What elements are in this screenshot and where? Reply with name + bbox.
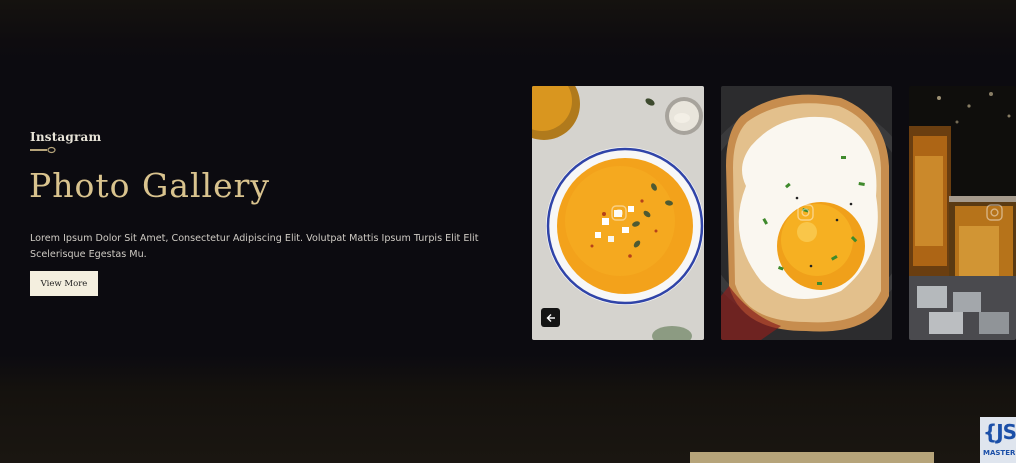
logo-subtext: MASTER xyxy=(983,449,1016,457)
logo-text: {JS xyxy=(983,420,1016,444)
js-master-watermark-logo: {JS MASTER xyxy=(980,417,1016,463)
gallery-item-whiskey[interactable] xyxy=(909,86,1016,340)
gallery-item-egg[interactable] xyxy=(721,86,892,340)
section-title: Photo Gallery xyxy=(29,166,271,205)
gallery-item-soup[interactable] xyxy=(532,86,704,340)
view-more-button[interactable]: View More xyxy=(30,271,98,296)
footer-background xyxy=(0,355,1016,463)
arrow-left-icon xyxy=(546,313,555,322)
spoon-divider-icon xyxy=(30,146,56,154)
section-description: Lorem Ipsum Dolor Sit Amet, Consectetur … xyxy=(30,233,479,260)
section-tagline: Instagram xyxy=(30,130,102,144)
accent-bar xyxy=(690,452,934,463)
whiskey-photo xyxy=(909,86,1016,340)
soup-photo xyxy=(532,86,704,340)
header-background xyxy=(0,0,1016,60)
egg-photo xyxy=(721,86,892,340)
gallery-prev-button[interactable] xyxy=(541,308,560,327)
